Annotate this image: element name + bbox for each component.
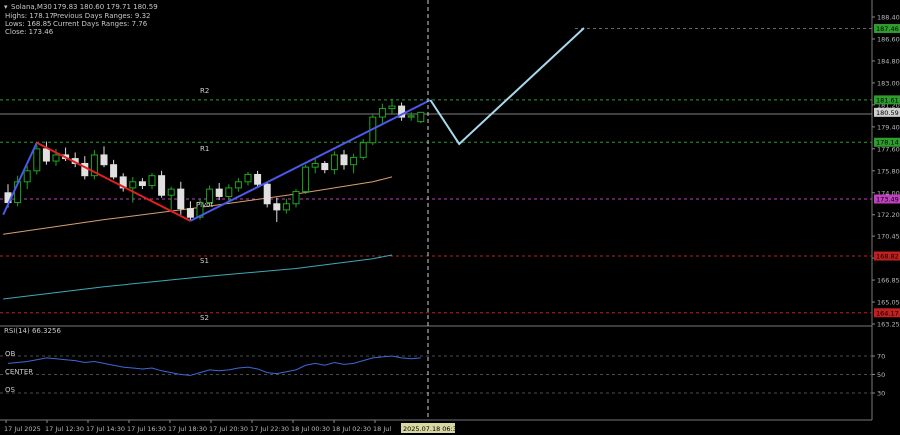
s2-label: S2 xyxy=(200,314,209,322)
candle-body xyxy=(340,154,348,166)
price-tick-label: 166.85 xyxy=(877,277,900,285)
close-label: Close: 173.46 xyxy=(5,28,54,36)
candle xyxy=(417,111,425,124)
price-tag-label: 168.82 xyxy=(876,253,899,261)
candle-body xyxy=(234,181,242,189)
rsi-tick-label: 50 xyxy=(877,371,885,379)
candle-body xyxy=(52,154,60,162)
r1-label: R1 xyxy=(200,145,209,153)
candle-body xyxy=(292,191,300,205)
price-tick-label: 172.20 xyxy=(877,211,900,219)
candle-body xyxy=(23,170,31,183)
time-tick-label: 17 Jul 18:30 xyxy=(168,425,207,433)
price-tick-label: 175.80 xyxy=(877,167,900,175)
candle-body xyxy=(417,111,425,123)
price-tag-label: 180.59 xyxy=(876,109,899,117)
candle-body xyxy=(388,105,396,110)
price-tick-label: 179.40 xyxy=(877,123,900,131)
ohlc-values: 179.83 180.60 179.71 180.59 xyxy=(53,3,158,11)
rsi-center-label: CENTER xyxy=(5,368,33,376)
candle-body xyxy=(100,154,108,166)
price-tick-label: 163.25 xyxy=(877,321,900,329)
collapse-arrow-icon[interactable]: ▾ xyxy=(4,3,8,11)
candle-body xyxy=(302,166,310,193)
cursor-time-label: 2025.07.18 06:30 xyxy=(403,425,461,433)
price-tick-label: 170.45 xyxy=(877,233,900,241)
price-tag-label: 164.17 xyxy=(876,309,899,317)
lows-label: Lows: 168.85 xyxy=(5,20,52,28)
price-tag-r1: 178.14 xyxy=(874,137,900,147)
candle-body xyxy=(225,187,233,197)
price-tag-s1: 168.82 xyxy=(874,251,900,261)
highs-label: Highs: 178.17 xyxy=(5,12,54,20)
rsi-tick-label: 30 xyxy=(877,390,885,398)
price-tick-label: 186.60 xyxy=(877,35,900,43)
candle-body xyxy=(215,188,223,197)
time-tick-label: 17 Jul 14:30 xyxy=(86,425,125,433)
time-tick-label: 18 Jul 00:30 xyxy=(291,425,330,433)
candle-body xyxy=(263,183,271,205)
candle-body xyxy=(359,142,367,158)
time-tick-label: 17 Jul 12:30 xyxy=(45,425,84,433)
price-chart[interactable]: 188.40186.60184.80183.00181.20179.40177.… xyxy=(0,0,900,435)
candle-body xyxy=(273,203,281,211)
r2-label: R2 xyxy=(200,87,209,95)
candle-body xyxy=(129,181,137,189)
candle-body xyxy=(330,154,338,171)
candle-body xyxy=(138,181,146,186)
candle xyxy=(90,150,98,180)
candle-body xyxy=(282,203,290,211)
prev-range-label: Previous Days Ranges: 9.32 xyxy=(53,12,151,20)
candle-body xyxy=(311,162,319,168)
candle-body xyxy=(148,175,156,186)
candle-body xyxy=(407,115,415,118)
time-tick-label: 17 Jul 22:30 xyxy=(250,425,289,433)
price-tag-r2: 181.61 xyxy=(874,95,900,105)
price-tick-label: 165.05 xyxy=(877,299,900,307)
candle-body xyxy=(33,148,41,172)
time-tick-label: 18 Jul 02:30 xyxy=(332,425,371,433)
time-tick-label: 17 Jul 20:30 xyxy=(209,425,248,433)
candle xyxy=(302,164,310,194)
candle-body xyxy=(158,175,166,196)
time-tick-label: 18 Jul xyxy=(373,425,391,433)
pivot-label: Pivot xyxy=(196,201,213,209)
time-tick-label: 17 Jul 16:30 xyxy=(127,425,166,433)
candle-body xyxy=(254,173,262,185)
price-tick-label: 183.00 xyxy=(877,79,900,87)
symbol-title: Solana,M30 xyxy=(11,3,52,11)
rsi-ob-label: OB xyxy=(5,350,16,358)
candle-body xyxy=(321,162,329,171)
price-tag-label: 181.61 xyxy=(876,96,899,104)
candle xyxy=(263,181,271,208)
price-tag-s2: 164.17 xyxy=(874,308,900,318)
price-tag-label: 178.14 xyxy=(876,139,899,147)
s1-label: S1 xyxy=(200,257,209,265)
rsi-title: RSI(14) 66.3256 xyxy=(4,327,61,335)
candle-body xyxy=(186,208,194,218)
curr-range-label: Current Days Ranges: 7.76 xyxy=(53,20,148,28)
price-tag-pivot: 173.49 xyxy=(874,194,900,204)
rsi-os-label: OS xyxy=(5,386,16,394)
candle-body xyxy=(167,188,175,196)
price-tick-label: 188.40 xyxy=(877,14,900,22)
rsi-tick-label: 70 xyxy=(877,353,885,361)
candle-body xyxy=(244,173,252,183)
price-tag-current: 180.59 xyxy=(874,107,900,117)
candle-body xyxy=(110,164,118,178)
candle-body xyxy=(177,188,185,210)
time-tick-label: 17 Jul 2025 xyxy=(4,425,41,433)
price-tag-target: 187.46 xyxy=(874,23,900,33)
price-tag-label: 173.49 xyxy=(876,196,899,204)
candle-body xyxy=(42,148,50,162)
price-tick-label: 184.80 xyxy=(877,57,900,65)
cursor-time-tag: 2025.07.18 06:30 xyxy=(401,423,461,433)
price-tag-label: 187.46 xyxy=(876,25,899,33)
candle-body xyxy=(350,156,358,166)
candle-body xyxy=(378,108,386,118)
